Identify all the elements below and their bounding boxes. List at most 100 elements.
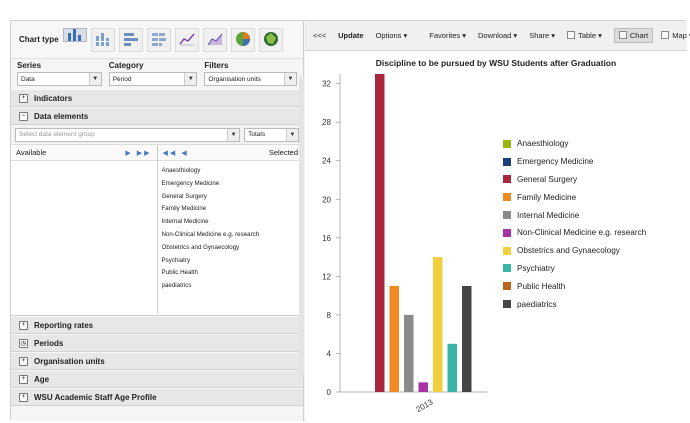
stacked-bar-chart-button[interactable] (147, 27, 171, 52)
totals-value: Totals (248, 131, 266, 138)
filters-select[interactable]: Organisation units ▼ (204, 72, 297, 86)
move-left-icons[interactable]: ◀◀ ◀ (163, 149, 189, 157)
options-menu[interactable]: Options ▾ (376, 31, 408, 40)
category-select[interactable]: Period ▼ (108, 72, 198, 86)
legend-item[interactable]: Obstetrics and Gynaecology (503, 242, 646, 260)
legend-item[interactable]: Family Medicine (503, 188, 646, 206)
list-item[interactable]: Internal Medicine (162, 216, 300, 229)
map-menu[interactable]: Map ▾ (661, 31, 690, 40)
y-tick-label: 28 (322, 118, 331, 127)
category-value: Period (112, 75, 132, 83)
legend-label: Anaesthiology (517, 139, 569, 149)
category-col: Category Period ▼ (108, 61, 198, 89)
section-periods[interactable]: ◷ Periods (11, 334, 303, 352)
section-wsu-academic-staff-age-profile[interactable]: + WSU Academic Staff Age Profile (11, 388, 303, 406)
list-item[interactable]: Emergency Medicine (162, 178, 300, 191)
list-item[interactable]: Psychiatry (162, 255, 300, 268)
column-chart-button[interactable] (63, 27, 87, 43)
filters-label: Filters (204, 61, 229, 70)
y-tick-label: 32 (322, 80, 331, 89)
y-tick-label: 8 (327, 311, 332, 320)
legend-swatch (503, 300, 511, 309)
plus-icon: + (19, 374, 28, 384)
bar-non-clinical-medicine-e-g-research[interactable] (418, 382, 429, 392)
list-item[interactable]: Anaesthiology (162, 165, 300, 178)
options-label: Options (375, 31, 402, 40)
section-data-elements[interactable]: − Data elements (11, 107, 303, 125)
line-chart-button[interactable] (175, 27, 199, 52)
chart-button[interactable]: Chart (613, 28, 654, 43)
section-organisation-units[interactable]: + Organisation units (11, 352, 303, 370)
filters-col: Filters Organisation units ▼ (204, 61, 297, 89)
table-label: Table (578, 31, 597, 40)
list-item[interactable]: Family Medicine (162, 203, 300, 216)
section-label: Indicators (34, 93, 73, 103)
list-item[interactable]: General Surgery (162, 191, 300, 204)
bar-paediatrics[interactable] (462, 286, 472, 392)
bar-chart-button[interactable] (119, 27, 143, 52)
pie-chart-button[interactable] (231, 27, 255, 52)
data-element-group-select[interactable]: Select data element group ▼ (15, 127, 241, 142)
share-label: Share (529, 31, 550, 40)
panel-scrollbar[interactable] (299, 77, 304, 377)
list-item[interactable]: Obstetrics and Gynaecology (162, 242, 300, 255)
chevron-down-icon: ▼ (284, 73, 296, 85)
section-age[interactable]: + Age (11, 370, 303, 388)
chart-legend: Anaesthiology Emergency Medicine General S… (503, 135, 646, 313)
bar-family-medicine[interactable] (389, 286, 400, 392)
legend-item[interactable]: Psychiatry (503, 260, 646, 278)
legend-swatch (503, 264, 511, 273)
series-select[interactable]: Data ▼ (17, 72, 102, 86)
update-button[interactable]: Update (338, 31, 363, 40)
category-label: Category (108, 61, 144, 70)
legend-swatch (503, 246, 511, 255)
legend-item[interactable]: Non-Clinical Medicine e.g. research (503, 224, 646, 242)
move-right-icons[interactable]: ▶ ▶▶ (125, 149, 151, 157)
y-tick-label: 16 (322, 234, 331, 243)
y-tick-label: 20 (322, 195, 331, 204)
bar-general-surgery[interactable] (375, 74, 385, 392)
minus-icon: − (19, 111, 28, 121)
y-tick-label: 0 (327, 388, 332, 397)
selected-list[interactable]: ◀◀ ◀ Selected Anaesthiology Emergency Med… (157, 145, 303, 313)
favorites-menu[interactable]: Favorites ▾ (429, 31, 466, 40)
layout-selectors: Series Data ▼ Category Period ▼ Filters … (11, 59, 303, 89)
legend-swatch (503, 228, 511, 237)
bar-psychiatry[interactable] (447, 343, 458, 392)
table-menu[interactable]: Table ▾ (567, 31, 602, 40)
list-item[interactable]: paediatrics (162, 280, 300, 293)
stacked-column-chart-button[interactable] (91, 27, 115, 52)
bar-obstetrics-and-gynaecology[interactable] (433, 257, 443, 392)
y-tick-label: 4 (327, 349, 332, 358)
collapse-button[interactable]: <<< (313, 31, 326, 40)
legend-item[interactable]: Anaesthiology (503, 135, 646, 153)
available-list[interactable]: Available ▶ ▶▶ (11, 145, 158, 313)
chevron-down-icon: ▼ (88, 73, 101, 85)
legend-swatch (503, 193, 511, 202)
area-chart-button[interactable] (203, 27, 227, 52)
legend-item[interactable]: Emergency Medicine (503, 153, 646, 171)
legend-item[interactable]: Internal Medicine (503, 206, 646, 224)
radar-chart-icon (263, 31, 279, 49)
legend-label: paediatrics (517, 299, 557, 309)
chevron-down-icon: ▼ (184, 73, 197, 85)
section-reporting-rates[interactable]: + Reporting rates (11, 316, 303, 334)
chevron-down-icon: ▼ (286, 128, 298, 141)
section-indicators[interactable]: + Indicators (11, 89, 303, 107)
totals-select[interactable]: Totals ▼ (244, 127, 299, 142)
legend-item[interactable]: Public Health (503, 277, 646, 295)
chart-title: Discipline to be pursued by WSU Students… (375, 58, 617, 68)
share-menu[interactable]: Share ▾ (529, 31, 555, 40)
legend-item[interactable]: paediatrics (503, 295, 646, 313)
list-item[interactable]: Public Health (162, 267, 300, 280)
list-item[interactable]: Non-Clinical Medicine e.g. research (162, 229, 300, 242)
legend-label: Family Medicine (517, 192, 577, 202)
x-tick-label: 2013 (415, 397, 435, 414)
column-chart-icon (67, 27, 83, 43)
legend-label: Public Health (517, 281, 566, 291)
series-label: Series (17, 61, 42, 70)
radar-chart-button[interactable] (259, 27, 283, 52)
legend-item[interactable]: General Surgery (503, 171, 646, 189)
download-menu[interactable]: Download ▾ (478, 31, 517, 40)
bar-internal-medicine[interactable] (404, 314, 414, 392)
